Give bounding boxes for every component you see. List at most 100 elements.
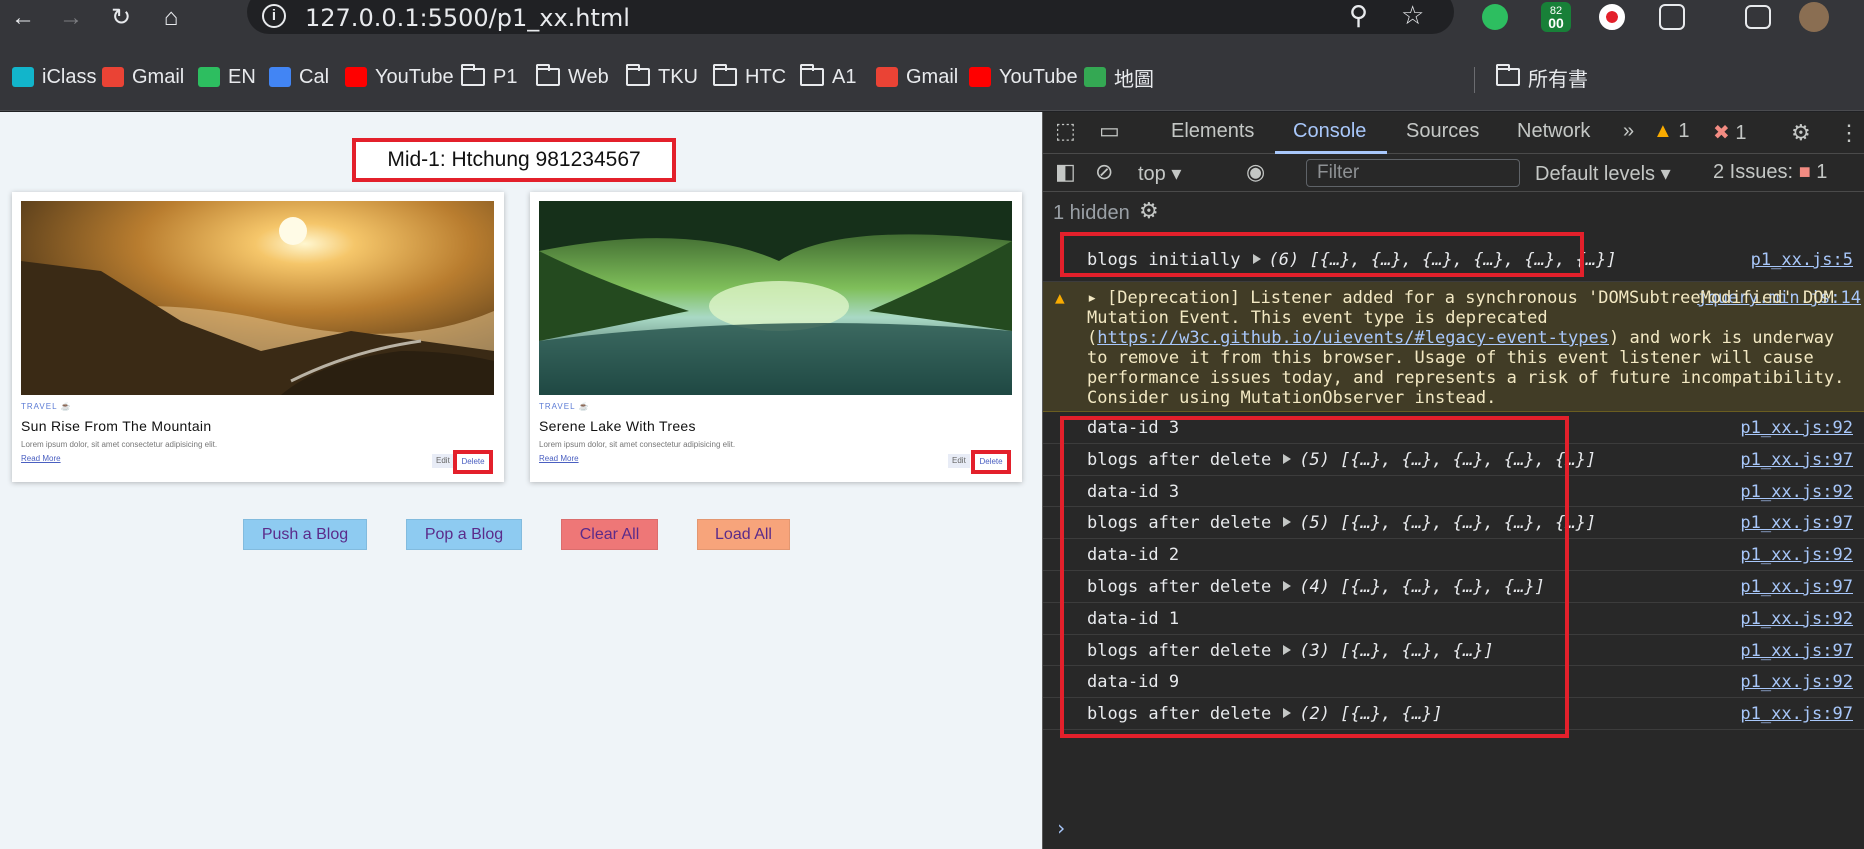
youtube-icon bbox=[969, 67, 991, 87]
bookmark-1[interactable]: Gmail bbox=[102, 63, 184, 91]
card-category-text: TRAVEL bbox=[539, 402, 576, 411]
bookmark-12[interactable]: 地圖 bbox=[1084, 63, 1154, 91]
more-tabs-icon[interactable]: » bbox=[1623, 120, 1634, 143]
tab-elements[interactable]: Elements bbox=[1171, 120, 1254, 143]
console-prompt[interactable]: › bbox=[1055, 816, 1067, 840]
badge-bottom-text: 00 bbox=[1548, 15, 1564, 31]
issues-button[interactable]: 2 Issues: ■ 1 bbox=[1713, 161, 1827, 184]
tab-network[interactable]: Network bbox=[1517, 120, 1590, 143]
issues-label: 2 Issues: bbox=[1713, 161, 1794, 183]
site-info-icon[interactable]: i bbox=[262, 4, 286, 28]
live-expression-eye-icon[interactable]: ◉ bbox=[1246, 159, 1265, 185]
forward-arrow-icon[interactable]: → bbox=[56, 3, 86, 33]
log-message[interactable]: blogs after delete (2) [{…}, {…}] bbox=[1087, 704, 1443, 724]
bookmark-0[interactable]: iClass bbox=[12, 63, 96, 91]
evernote-extension-icon[interactable] bbox=[1482, 4, 1508, 30]
reload-icon[interactable]: ↻ bbox=[106, 3, 136, 33]
bookmark-label: HTC bbox=[745, 65, 787, 88]
delete-button[interactable]: Delete bbox=[453, 450, 493, 474]
log-text: data-id 2 bbox=[1087, 545, 1180, 566]
log-source-link[interactable]: p1_xx.js:92 bbox=[1740, 609, 1853, 629]
log-source-link[interactable]: p1_xx.js:92 bbox=[1740, 672, 1853, 692]
pop-blog-button[interactable]: Pop a Blog bbox=[406, 519, 522, 550]
tab-sources[interactable]: Sources bbox=[1406, 120, 1479, 143]
log-source-link[interactable]: p1_xx.js:97 bbox=[1740, 577, 1853, 597]
badge-extension-icon[interactable]: 82 00 bbox=[1541, 2, 1571, 32]
bookmark-3[interactable]: Cal bbox=[269, 63, 329, 91]
log-text: data-id 3 bbox=[1087, 481, 1180, 502]
clear-console-icon[interactable]: ⊘ bbox=[1095, 159, 1113, 185]
warning-message[interactable]: ▸ [Deprecation] Listener added for a sync… bbox=[1087, 288, 1857, 408]
bookmark-13[interactable]: 所有書 bbox=[1496, 63, 1588, 91]
log-message[interactable]: blogs initially (6) [{…}, {…}, {…}, {…}, … bbox=[1087, 250, 1617, 270]
warning-triangle-icon: ▲ bbox=[1653, 120, 1673, 142]
load-all-button[interactable]: Load All bbox=[697, 519, 790, 550]
log-source-link[interactable]: p1_xx.js:97 bbox=[1740, 513, 1853, 533]
back-arrow-icon[interactable]: ← bbox=[8, 3, 38, 33]
bookmark-label: TKU bbox=[658, 65, 698, 88]
bookmark-10[interactable]: Gmail bbox=[876, 63, 958, 91]
home-icon[interactable]: ⌂ bbox=[156, 3, 186, 33]
calendar-icon bbox=[269, 67, 291, 87]
delete-button[interactable]: Delete bbox=[971, 450, 1011, 474]
bookmark-5[interactable]: P1 bbox=[461, 63, 517, 91]
bookmark-label: Gmail bbox=[906, 65, 959, 88]
profile-avatar[interactable] bbox=[1799, 2, 1829, 32]
log-message[interactable]: blogs after delete (3) [{…}, {…}, {…}] bbox=[1087, 641, 1494, 661]
log-message[interactable]: data-id 2 bbox=[1087, 545, 1179, 565]
log-message[interactable]: data-id 3 bbox=[1087, 482, 1179, 502]
clear-all-button[interactable]: Clear All bbox=[561, 519, 658, 550]
log-source-link[interactable]: p1_xx.js:97 bbox=[1740, 704, 1853, 724]
context-selector[interactable]: top ▾ bbox=[1138, 161, 1181, 186]
log-levels-dropdown[interactable]: Default levels ▾ bbox=[1535, 161, 1671, 186]
extensions-puzzle-icon[interactable] bbox=[1659, 4, 1685, 30]
bookmark-7[interactable]: TKU bbox=[626, 63, 698, 91]
kebab-menu-icon[interactable]: ⋮ bbox=[1838, 120, 1860, 146]
console-settings-gear-icon[interactable]: ⚙ bbox=[1139, 198, 1159, 224]
log-source-link[interactable]: p1_xx.js:92 bbox=[1740, 418, 1853, 438]
expand-triangle-icon bbox=[1252, 254, 1261, 264]
expand-triangle-icon bbox=[1283, 581, 1292, 591]
push-blog-button[interactable]: Push a Blog bbox=[243, 519, 367, 550]
warning-link[interactable]: https://w3c.github.io/uievents/#legacy-e… bbox=[1097, 328, 1609, 348]
edit-button[interactable]: Edit bbox=[432, 454, 454, 468]
bookmark-2[interactable]: EN bbox=[198, 63, 256, 91]
bookmark-9[interactable]: A1 bbox=[800, 63, 856, 91]
folder-icon bbox=[713, 64, 737, 86]
filter-input[interactable]: Filter bbox=[1306, 159, 1520, 187]
log-message[interactable]: blogs after delete (5) [{…}, {…}, {…}, {…… bbox=[1087, 450, 1596, 470]
log-source-link[interactable]: p1_xx.js:92 bbox=[1740, 482, 1853, 502]
record-extension-icon[interactable] bbox=[1599, 4, 1625, 30]
sidebar-toggle-icon[interactable]: ◧ bbox=[1055, 159, 1076, 185]
read-more-link[interactable]: Read More bbox=[21, 454, 61, 463]
tab-console[interactable]: Console bbox=[1293, 120, 1366, 143]
log-source-link[interactable]: p1_xx.js:97 bbox=[1740, 450, 1853, 470]
console-log-row: blogs after delete (3) [{…}, {…}, {…}] p1_… bbox=[1043, 635, 1864, 667]
log-message[interactable]: data-id 3 bbox=[1087, 418, 1179, 438]
inspect-element-icon[interactable]: ⬚ bbox=[1055, 118, 1076, 144]
bookmark-star-icon[interactable]: ☆ bbox=[1401, 0, 1424, 31]
bookmark-8[interactable]: HTC bbox=[713, 63, 786, 91]
log-message[interactable]: blogs after delete (5) [{…}, {…}, {…}, {…… bbox=[1087, 513, 1596, 533]
expand-triangle-icon bbox=[1283, 708, 1292, 719]
edit-button[interactable]: Edit bbox=[948, 454, 970, 468]
device-toolbar-icon[interactable]: ▭ bbox=[1099, 118, 1120, 144]
url-text[interactable]: 127.0.0.1:5500/p1_xx.html bbox=[305, 4, 630, 32]
log-source-link[interactable]: p1_xx.js:92 bbox=[1740, 545, 1853, 565]
read-more-link[interactable]: Read More bbox=[539, 454, 579, 463]
log-message[interactable]: data-id 1 bbox=[1087, 609, 1179, 629]
settings-gear-icon[interactable]: ⚙ bbox=[1791, 120, 1811, 146]
log-source-link[interactable]: p1_xx.js:97 bbox=[1740, 641, 1853, 661]
error-count[interactable]: ✖ 1 bbox=[1713, 120, 1746, 145]
warning-count[interactable]: ▲ 1 bbox=[1653, 120, 1689, 143]
log-message[interactable]: data-id 9 bbox=[1087, 672, 1179, 692]
side-panel-icon[interactable] bbox=[1745, 5, 1771, 29]
bookmark-4[interactable]: YouTube bbox=[345, 63, 454, 91]
bookmark-11[interactable]: YouTube bbox=[969, 63, 1078, 91]
log-message[interactable]: blogs after delete (4) [{…}, {…}, {…}, {…… bbox=[1087, 577, 1545, 597]
zoom-search-icon[interactable]: ⚲ bbox=[1349, 0, 1368, 31]
log-source-link[interactable]: p1_xx.js:5 bbox=[1751, 250, 1853, 270]
log-text: data-id 1 bbox=[1087, 608, 1180, 629]
bookmark-label: Cal bbox=[299, 65, 330, 88]
bookmark-6[interactable]: Web bbox=[536, 63, 609, 91]
